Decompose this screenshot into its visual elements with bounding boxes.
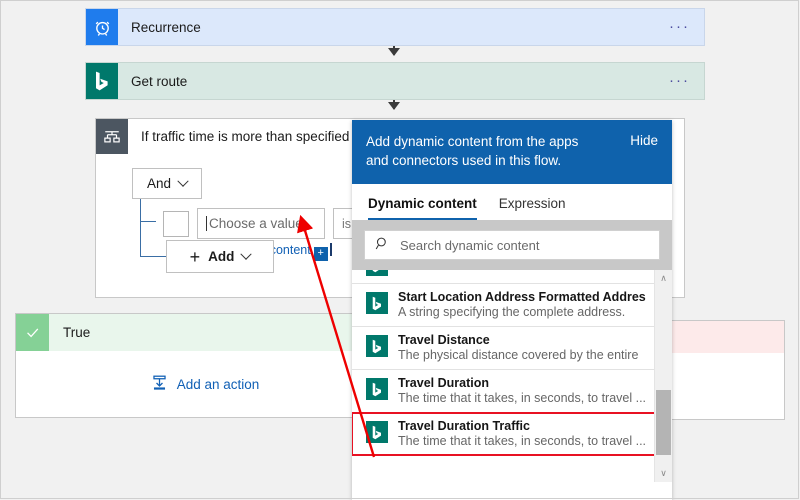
- list-item[interactable]: Travel Distance The physical distance co…: [352, 327, 672, 370]
- branch-true-label: True: [63, 325, 91, 340]
- branch-false-header: [671, 321, 784, 353]
- logic-operator-label: And: [146, 176, 172, 191]
- chevron-down-icon: [240, 248, 253, 260]
- flow-card-get-route[interactable]: Get route ···: [85, 62, 705, 100]
- add-condition-button[interactable]: + Add: [166, 240, 274, 273]
- connector-arrow-2: [388, 100, 400, 110]
- condition-logic-operator-dropdown[interactable]: And: [132, 168, 202, 199]
- scrollbar-thumb[interactable]: [656, 390, 671, 455]
- choose-a-value-placeholder: Choose a value: [209, 216, 303, 231]
- bing-maps-icon: [366, 270, 388, 276]
- connector-arrow-1: [388, 46, 400, 56]
- add-button-label: Add: [208, 249, 235, 264]
- flow-card-title: Recurrence: [131, 19, 201, 35]
- flow-card-recurrence[interactable]: Recurrence ···: [85, 8, 705, 46]
- dynamic-content-tabs: Dynamic content Expression: [352, 184, 672, 220]
- text-cursor: [329, 243, 332, 256]
- add-action-icon: [151, 374, 168, 395]
- bing-maps-icon: [86, 63, 118, 99]
- search-dynamic-content-input[interactable]: Search dynamic content: [364, 230, 660, 260]
- list-item-travel-duration-traffic[interactable]: Travel Duration Traffic The time that it…: [352, 412, 672, 456]
- card-menu-button[interactable]: ···: [669, 73, 704, 88]
- dynamic-content-banner: Add dynamic content from the apps and co…: [352, 120, 672, 184]
- list-item[interactable]: Start Location Address Formatted Address…: [352, 284, 672, 327]
- bing-maps-icon: [366, 292, 388, 314]
- list-item-name: Travel Distance: [398, 333, 490, 347]
- plus-icon: +: [189, 246, 201, 267]
- list-item-description: The time that it takes, in seconds, to t…: [398, 391, 646, 405]
- banner-text: Add dynamic content from the apps and co…: [366, 134, 579, 168]
- scroll-down-icon[interactable]: ∨: [655, 465, 672, 482]
- list-item[interactable]: Travel Duration The time that it takes, …: [352, 370, 672, 413]
- bing-maps-icon: [366, 335, 388, 357]
- branch-card-false[interactable]: [670, 320, 785, 420]
- card-menu-button[interactable]: ···: [669, 19, 704, 34]
- text-caret: [206, 216, 207, 231]
- condition-title: If traffic time is more than specified: [141, 129, 350, 144]
- list-item-name: Travel Duration Traffic: [398, 419, 530, 433]
- bing-maps-icon: [366, 378, 388, 400]
- tab-dynamic-content[interactable]: Dynamic content: [368, 196, 477, 220]
- branch-card-true[interactable]: True Add an action: [15, 313, 395, 418]
- list-item-description: The time that it takes, in seconds, to t…: [398, 434, 646, 448]
- alarm-clock-icon: [86, 9, 118, 45]
- flow-card-title: Get route: [131, 73, 188, 89]
- checkmark-icon: [16, 314, 49, 351]
- add-an-action-button[interactable]: Add an action: [151, 374, 260, 395]
- add-dynamic-content-badge[interactable]: +: [313, 246, 328, 261]
- condition-branch-icon: [96, 119, 128, 154]
- dynamic-content-panel[interactable]: Add dynamic content from the apps and co…: [352, 120, 672, 500]
- list-item[interactable]: Country or region name of an address.: [352, 270, 672, 284]
- search-icon: [375, 236, 390, 254]
- tree-line-vertical: [140, 199, 141, 256]
- list-item-description: The physical distance covered by the ent…: [398, 348, 639, 362]
- tree-line-branch-2: [140, 256, 166, 257]
- bing-maps-icon: [366, 421, 388, 443]
- dynamic-content-list[interactable]: Country or region name of an address. St…: [352, 270, 672, 482]
- list-item-name: Start Location Address Formatted Address: [398, 290, 646, 304]
- chevron-down-icon: [177, 175, 189, 187]
- branch-false-body: [671, 353, 784, 414]
- condition-row-checkbox[interactable]: [163, 210, 189, 237]
- tab-expression[interactable]: Expression: [499, 196, 566, 220]
- search-container: Search dynamic content: [352, 220, 672, 270]
- choose-a-value-input[interactable]: Choose a value: [197, 208, 325, 239]
- condition-operator-value: is: [342, 216, 352, 231]
- add-an-action-label: Add an action: [176, 376, 260, 392]
- list-item-description: A string specifying the complete address…: [398, 305, 626, 319]
- flow-designer-canvas: Recurrence ··· Get route ··· If traffic …: [0, 0, 800, 500]
- tree-line-branch-1: [140, 221, 156, 222]
- search-placeholder: Search dynamic content: [400, 237, 540, 253]
- list-scrollbar[interactable]: ∧ ∨: [654, 270, 672, 482]
- list-item-name: Travel Duration: [398, 376, 489, 390]
- scroll-up-icon[interactable]: ∧: [655, 270, 672, 287]
- hide-panel-button[interactable]: Hide: [630, 132, 658, 148]
